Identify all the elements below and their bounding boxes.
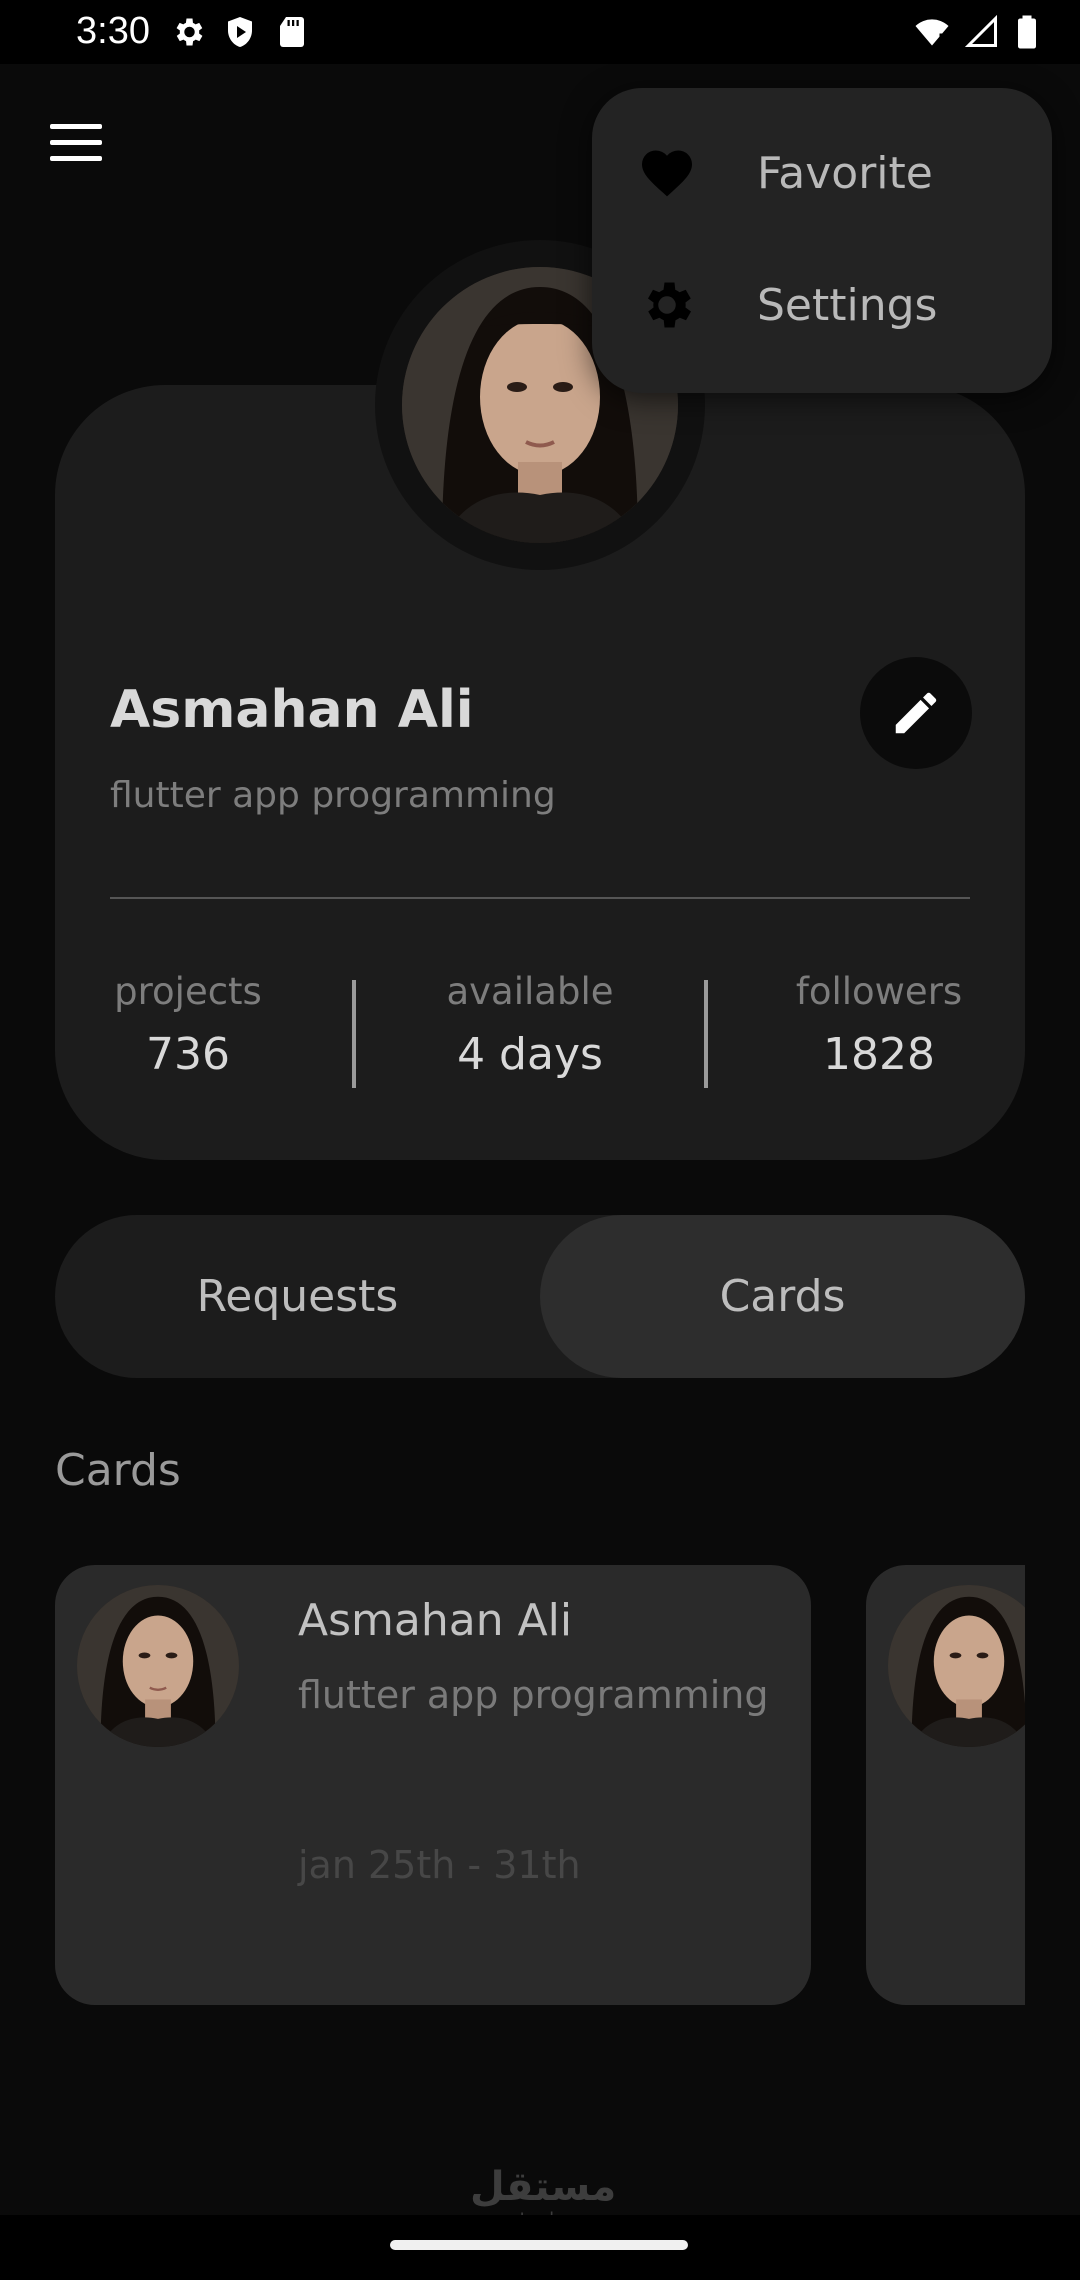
stat-separator xyxy=(352,980,356,1088)
section-title: Cards xyxy=(55,1445,181,1496)
gear-icon xyxy=(176,18,203,46)
status-bar: 3:30 xyxy=(0,0,1080,64)
request-card[interactable] xyxy=(866,1565,1025,2005)
stat-label: followers xyxy=(795,970,963,1013)
stat-available: available 4 days xyxy=(400,970,660,1080)
portrait-image xyxy=(77,1585,239,1747)
profile-divider xyxy=(110,897,970,899)
stat-label: available xyxy=(446,970,614,1013)
card-name: Asmahan Ali xyxy=(298,1595,573,1646)
menu-item-label: Favorite xyxy=(757,147,933,199)
sd-card-icon xyxy=(280,17,304,47)
menu-item-label: Settings xyxy=(757,279,938,331)
card-avatar xyxy=(888,1585,1025,1747)
menu-item-favorite[interactable]: Favorite xyxy=(592,118,1052,228)
stat-value: 1828 xyxy=(823,1029,935,1080)
card-avatar xyxy=(77,1585,239,1747)
popup-menu: Favorite Settings xyxy=(592,88,1052,393)
stat-followers: followers 1828 xyxy=(749,970,1009,1080)
portrait-image xyxy=(888,1585,1025,1747)
profile-name: Asmahan Ali xyxy=(110,680,474,740)
stat-separator xyxy=(704,980,708,1088)
stat-projects: projects 736 xyxy=(58,970,318,1080)
stat-value: 736 xyxy=(146,1029,230,1080)
wifi-icon xyxy=(915,19,949,46)
status-time: 3:30 xyxy=(76,10,150,52)
battery-icon xyxy=(1018,15,1036,49)
gear-icon xyxy=(648,282,691,328)
home-gesture-handle[interactable] xyxy=(390,2240,688,2250)
cell-signal-icon xyxy=(964,14,997,47)
profile-subtitle: flutter app programming xyxy=(110,775,556,816)
segmented-tabs: Requests Cards xyxy=(55,1215,1025,1378)
hamburger-menu-icon[interactable] xyxy=(50,124,104,164)
request-card[interactable]: Asmahan Ali flutter app programming jan … xyxy=(55,1565,811,2005)
card-date: jan 25th - 31th xyxy=(298,1843,581,1887)
profile-screen: 3:30 Asmahan Ali flutter app programming… xyxy=(0,0,1080,2280)
menu-item-settings[interactable]: Settings xyxy=(592,250,1052,360)
tab-cards[interactable]: Cards xyxy=(540,1215,1025,1378)
watermark-arabic: مستقل xyxy=(470,2164,617,2210)
play-shield-icon xyxy=(228,17,252,47)
card-subtitle: flutter app programming xyxy=(298,1673,769,1717)
heart-icon xyxy=(642,150,692,197)
stat-label: projects xyxy=(114,970,262,1013)
pencil-icon xyxy=(895,692,937,734)
edit-profile-button[interactable] xyxy=(860,657,972,769)
tab-requests[interactable]: Requests xyxy=(55,1215,540,1378)
stat-value: 4 days xyxy=(457,1029,603,1080)
